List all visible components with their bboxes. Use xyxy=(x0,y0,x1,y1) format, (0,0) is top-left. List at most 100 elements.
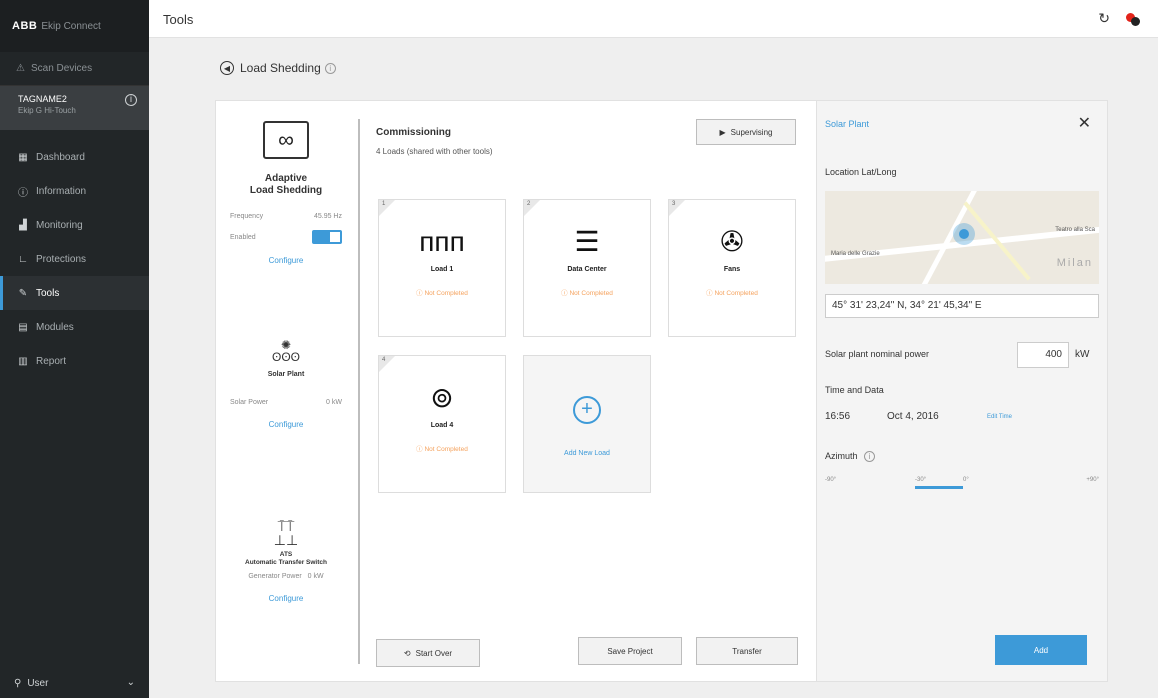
slider-tick: +90° xyxy=(1086,477,1099,483)
sidebar-item-protections[interactable]: ∟ Protections xyxy=(0,242,149,276)
sidebar-item-dashboard[interactable]: ▦ Dashboard xyxy=(0,140,149,174)
add-load-label: Add New Load xyxy=(564,450,610,457)
tool-adaptive-load-shedding[interactable]: ∞ Adaptive Load Shedding Frequency 45.95… xyxy=(216,121,356,265)
generator-power-label: Generator Power xyxy=(248,573,302,580)
commissioning-area: Commissioning 4 Loads (shared with other… xyxy=(376,101,816,681)
commissioning-subtitle: 4 Loads (shared with other tools) xyxy=(376,147,493,156)
enabled-toggle[interactable] xyxy=(312,230,342,244)
tool-title: Load Shedding xyxy=(249,185,323,196)
alarm-icon[interactable] xyxy=(1126,12,1140,26)
page-title: Tools xyxy=(163,12,194,27)
sidebar-item-modules[interactable]: ▤ Modules xyxy=(0,310,149,344)
edit-time-link[interactable]: Edit Time xyxy=(987,414,1012,420)
module-icon: ▤ xyxy=(18,321,28,333)
location-pin-icon[interactable] xyxy=(953,223,975,245)
section-title: Load Shedding xyxy=(240,61,321,75)
load-status: ⓘ Not Completed xyxy=(416,446,468,453)
tool-solar-plant[interactable]: ✺ ʘʘʘ Solar Plant Solar Power 0 kW Config… xyxy=(216,339,356,429)
time-value: 16:56 xyxy=(825,411,851,422)
topbar: Tools ↻ xyxy=(149,0,1158,38)
user-label: User xyxy=(27,677,49,689)
sidebar-item-label: Dashboard xyxy=(36,151,85,163)
close-icon[interactable]: ✕ xyxy=(1078,113,1091,133)
load-number: 4 xyxy=(382,357,386,363)
add-button[interactable]: Add xyxy=(995,635,1087,665)
sidebar-item-report[interactable]: ▥ Report xyxy=(0,344,149,378)
app-name: Ekip Connect xyxy=(41,20,101,32)
time-label: Time and Data xyxy=(825,385,884,395)
map-label: Milan xyxy=(1056,257,1093,269)
enabled-row: Enabled xyxy=(216,230,356,244)
load-number: 2 xyxy=(527,201,531,207)
load-card[interactable]: 4 ⊚ Load 4 ⓘ Not Completed xyxy=(378,355,506,493)
load-status: ⓘ Not Completed xyxy=(706,290,758,297)
infinity-icon: ∞ xyxy=(263,121,309,159)
tool-ats[interactable]: ⍑⍑ ⊥⊥ ATS Automatic Transfer Switch Gener… xyxy=(216,519,356,603)
slider-tick: -90° xyxy=(825,477,837,483)
tool-title: Adaptive xyxy=(264,173,308,184)
dashboard-icon: ▦ xyxy=(18,151,28,163)
plus-icon: + xyxy=(573,396,601,424)
generator-power-row: Generator Power 0 kW xyxy=(216,573,356,580)
start-over-label: Start Over xyxy=(415,648,453,658)
back-icon[interactable]: ◀ xyxy=(220,61,234,75)
frequency-value: 45.95 Hz xyxy=(313,213,342,220)
load-name: Fans xyxy=(723,266,741,273)
azimuth-text: Azimuth xyxy=(825,451,858,461)
load-card[interactable]: 1 ᴨᴨᴨ Load 1 ⓘ Not Completed xyxy=(378,199,506,337)
sidebar-item-monitoring[interactable]: ▟ Monitoring xyxy=(0,208,149,242)
wrench-icon: ✎ xyxy=(18,287,28,299)
configure-link[interactable]: Configure xyxy=(216,594,356,603)
sidebar-item-label: Monitoring xyxy=(36,219,83,231)
info-icon[interactable]: i xyxy=(324,62,336,74)
scan-devices-button[interactable]: ⚠ Scan Devices xyxy=(0,52,149,86)
coordinates-input[interactable]: 45° 31' 23,24" N, 34° 21' 45,34" E xyxy=(825,294,1099,318)
solar-power-row: Solar Power 0 kW xyxy=(216,399,356,406)
start-over-button[interactable]: ⟲ Start Over xyxy=(376,639,480,667)
enabled-label: Enabled xyxy=(230,233,256,241)
scan-icon: ⚠ xyxy=(16,63,25,74)
refresh-icon[interactable]: ↻ xyxy=(1098,10,1110,27)
save-project-button[interactable]: Save Project xyxy=(578,637,682,665)
transfer-button[interactable]: Transfer xyxy=(696,637,798,665)
info-icon: ⓘ xyxy=(18,187,28,199)
load-status: ⓘ Not Completed xyxy=(561,290,613,297)
add-load-card[interactable]: + Add New Load xyxy=(523,355,651,493)
device-selector[interactable]: TAGNAME2 Ekip G Hi-Touch i xyxy=(0,86,149,130)
azimuth-slider[interactable]: -90° -30° 0° +90° xyxy=(825,477,1099,497)
map-label: Teatro alla Sca xyxy=(1055,227,1095,233)
device-info-icon[interactable]: i xyxy=(125,94,137,106)
info-icon[interactable]: i xyxy=(864,451,876,462)
location-label: Location Lat/Long xyxy=(825,167,897,177)
power-label: Solar plant nominal power xyxy=(825,349,930,359)
sidebar-item-label: Protections xyxy=(36,253,87,265)
load-name: Load 4 xyxy=(430,422,454,429)
commissioning-title: Commissioning xyxy=(376,127,452,138)
slider-range[interactable] xyxy=(915,486,963,489)
device-model: Ekip G Hi-Touch xyxy=(18,106,76,115)
solar-plant-icon: ✺ ʘʘʘ xyxy=(271,338,300,364)
panel-title: Solar Plant xyxy=(825,119,870,129)
sidebar: ABB Ekip Connect ⚠ Scan Devices TAGNAME2… xyxy=(0,0,149,698)
sidebar-item-label: Tools xyxy=(36,287,60,299)
supervising-button[interactable]: ▶ Supervising xyxy=(696,119,796,145)
load-card[interactable]: 3 ✇ Fans ⓘ Not Completed xyxy=(668,199,796,337)
server-icon: ☰ xyxy=(574,226,600,257)
location-map[interactable]: Maria delle Grazie Teatro alla Sca Milan xyxy=(825,191,1099,284)
solar-plant-panel: Solar Plant ✕ Location Lat/Long Maria de… xyxy=(817,100,1108,682)
load-card[interactable]: 2 ☰ Data Center ⓘ Not Completed xyxy=(523,199,651,337)
sidebar-item-tools[interactable]: ✎ Tools xyxy=(0,276,149,310)
tool-title: Solar Plant xyxy=(267,371,305,378)
configure-link[interactable]: Configure xyxy=(216,420,356,429)
configure-link[interactable]: Configure xyxy=(216,256,356,265)
solar-power-value: 0 kW xyxy=(326,399,342,406)
user-icon: ⚲ xyxy=(14,677,22,689)
sidebar-item-information[interactable]: ⓘ Information xyxy=(0,174,149,208)
user-menu[interactable]: ⚲ User ⌄ xyxy=(0,668,149,698)
slider-tick: -30° xyxy=(915,477,927,483)
sidebar-item-label: Information xyxy=(36,185,87,197)
map-label: Maria delle Grazie xyxy=(831,251,880,257)
load-name: Data Center xyxy=(567,266,607,273)
nominal-power-input[interactable]: 400 xyxy=(1017,342,1069,368)
tools-column: ∞ Adaptive Load Shedding Frequency 45.95… xyxy=(216,101,356,681)
